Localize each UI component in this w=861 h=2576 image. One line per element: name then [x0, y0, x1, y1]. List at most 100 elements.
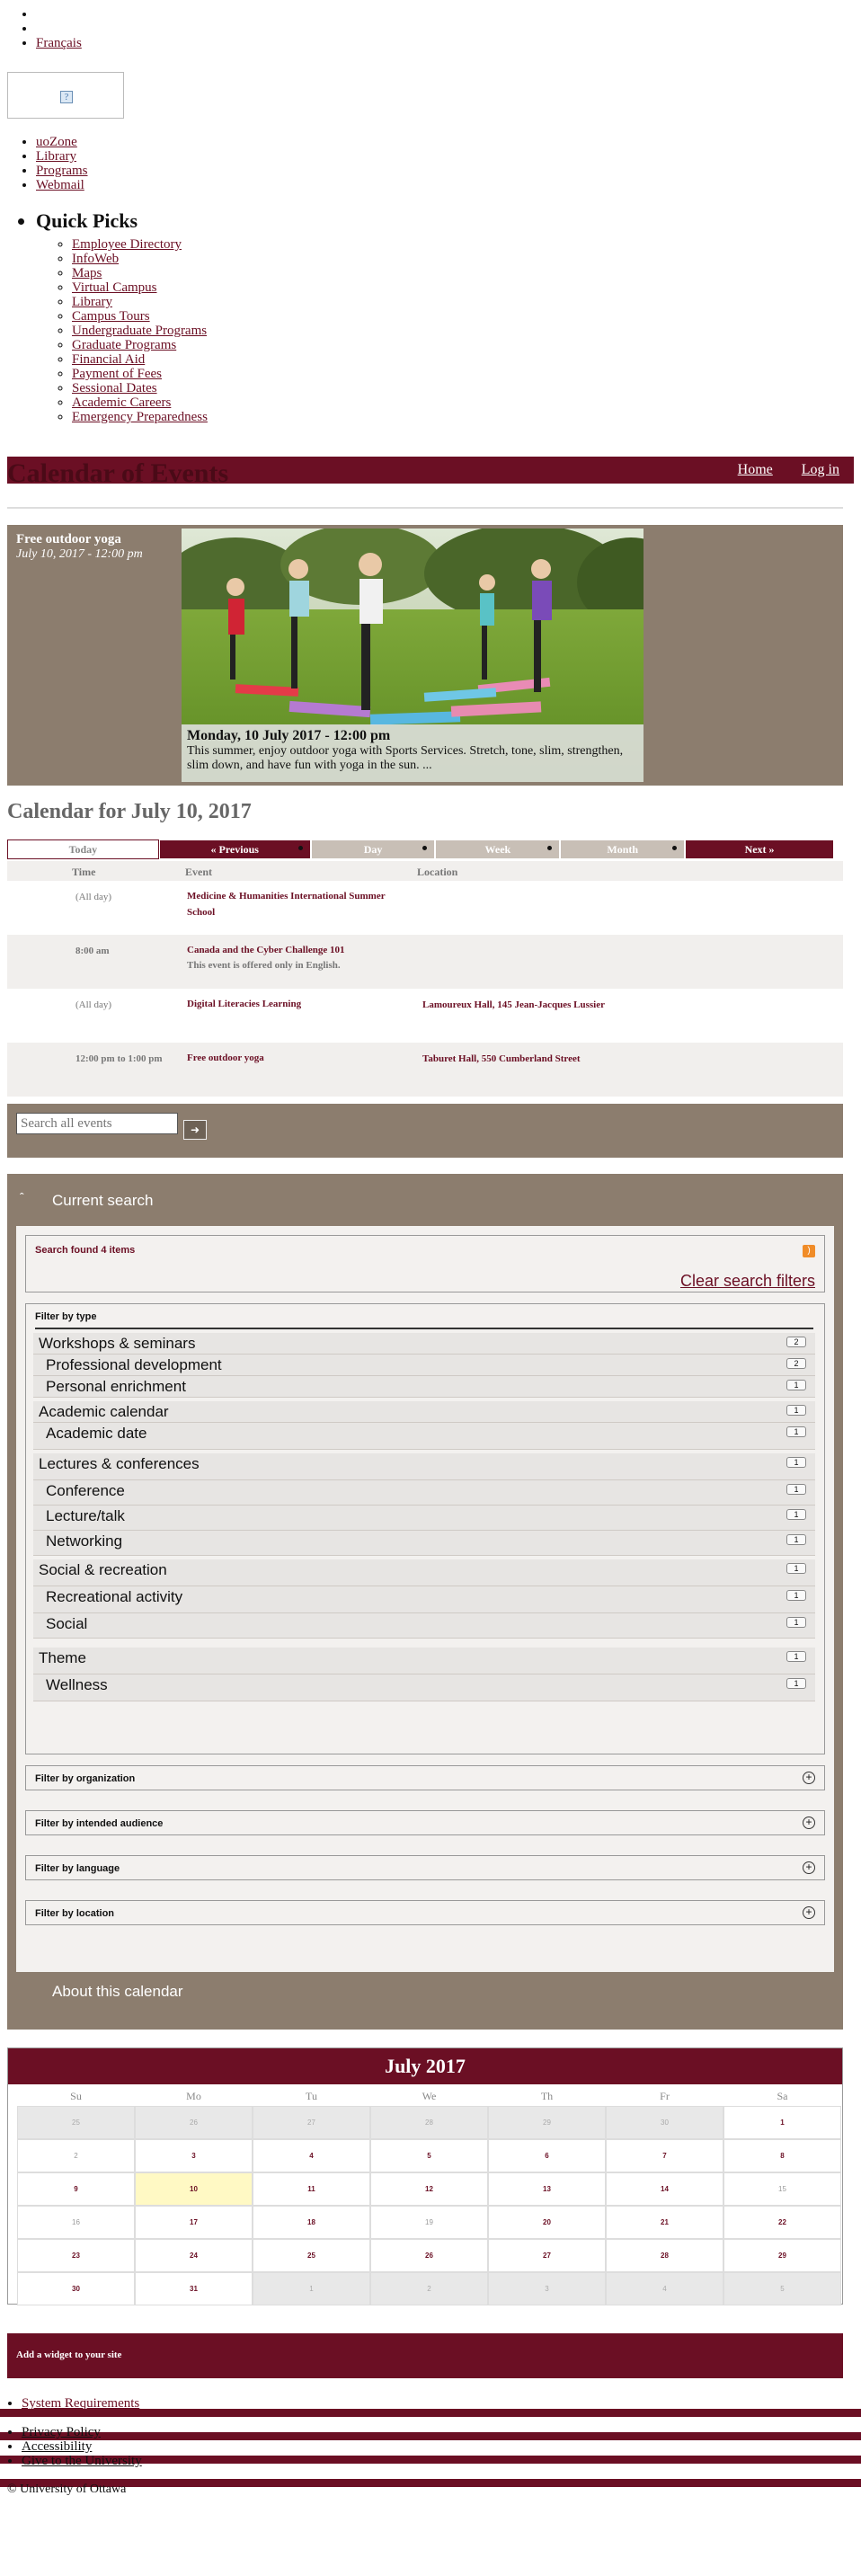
calendar-day-cell[interactable]: 28: [606, 2239, 723, 2272]
filter-item[interactable]: Professional development 2: [33, 1355, 815, 1376]
logo-image[interactable]: ?: [7, 72, 124, 119]
calendar-day-cell[interactable]: 3: [135, 2139, 253, 2172]
plus-icon[interactable]: +: [803, 1861, 815, 1874]
filter-count-badge: 1: [786, 1405, 806, 1416]
filter-item[interactable]: Wellness 1: [33, 1674, 815, 1701]
featured-photo[interactable]: Monday, 10 July 2017 - 12:00 pm This sum…: [182, 529, 644, 782]
tab-day-label: Day: [363, 843, 383, 856]
login-link[interactable]: Log in: [802, 462, 839, 477]
tab-week[interactable]: Week: [435, 839, 561, 859]
home-link[interactable]: Home: [738, 462, 773, 477]
plus-icon[interactable]: +: [803, 1906, 815, 1919]
calendar-day-cell[interactable]: 8: [723, 2139, 841, 2172]
filter-item[interactable]: Lectures & conferences 1: [33, 1453, 815, 1480]
tab-day[interactable]: Day: [310, 839, 436, 859]
filter-item[interactable]: Personal enrichment 1: [33, 1376, 815, 1398]
calendar-day-cell[interactable]: 11: [253, 2172, 370, 2206]
calendar-day-cell[interactable]: 25: [253, 2239, 370, 2272]
footer-link-system-requirements[interactable]: System Requirements: [22, 2396, 139, 2411]
about-calendar-link[interactable]: About this calendar: [52, 1983, 183, 2001]
filter-item[interactable]: Social 1: [33, 1613, 815, 1639]
filter-item[interactable]: Networking 1: [33, 1531, 815, 1556]
tab-next[interactable]: Next »: [685, 839, 834, 859]
calendar-day-cell[interactable]: 22: [723, 2206, 841, 2239]
calendar-day-cell[interactable]: 30: [17, 2272, 135, 2305]
featured-event[interactable]: Free outdoor yoga July 10, 2017 - 12:00 …: [7, 525, 843, 786]
nav-link-programs[interactable]: Programs: [36, 164, 88, 178]
footer-link-privacy-policy[interactable]: Privacy Policy: [22, 2425, 101, 2439]
calendar-day-cell[interactable]: 21: [606, 2206, 723, 2239]
calendar-day-cell: 15: [723, 2172, 841, 2206]
filter-item[interactable]: Social & recreation 1: [33, 1559, 815, 1586]
search-go-button[interactable]: ➜: [183, 1120, 207, 1140]
event-link[interactable]: Canada and the Cyber Challenge 101: [187, 942, 345, 958]
filter-by-language[interactable]: Filter by language +: [25, 1855, 825, 1880]
calendar-day-cell[interactable]: 23: [17, 2239, 135, 2272]
filter-item[interactable]: Academic calendar 1: [33, 1401, 815, 1423]
calendar-day-cell[interactable]: 14: [606, 2172, 723, 2206]
calendar-day-cell: 5: [723, 2272, 841, 2305]
filter-by-intended-audience[interactable]: Filter by intended audience +: [25, 1810, 825, 1835]
calendar-day-cell[interactable]: 24: [135, 2239, 253, 2272]
footer-link-accessibility[interactable]: Accessibility: [22, 2439, 92, 2454]
calendar-day-cell[interactable]: 18: [253, 2206, 370, 2239]
calendar-day-cell[interactable]: 10: [135, 2172, 253, 2206]
language-link[interactable]: Français: [36, 36, 82, 50]
filter-box-label: Filter by language: [35, 1863, 120, 1874]
nav-link-webmail[interactable]: Webmail: [36, 178, 84, 192]
add-widget-bar[interactable]: Add a widget to your site: [7, 2333, 843, 2378]
quick-pick-link[interactable]: Payment of Fees: [72, 367, 162, 381]
plus-icon[interactable]: +: [803, 1817, 815, 1829]
quick-pick-link[interactable]: Employee Directory: [72, 237, 182, 252]
calendar-day-cell[interactable]: 5: [370, 2139, 488, 2172]
calendar-day-cell[interactable]: 29: [723, 2239, 841, 2272]
calendar-day-cell[interactable]: 27: [488, 2239, 606, 2272]
quick-pick-link[interactable]: Maps: [72, 266, 102, 280]
current-search-header[interactable]: ˆ Current search: [7, 1174, 843, 1230]
calendar-day-cell[interactable]: 26: [370, 2239, 488, 2272]
tab-month[interactable]: Month: [560, 839, 686, 859]
quick-pick-link[interactable]: Academic Careers: [72, 395, 171, 410]
quick-pick-link[interactable]: Graduate Programs: [72, 338, 176, 352]
calendar-day-cell[interactable]: 7: [606, 2139, 723, 2172]
tab-today[interactable]: Today: [7, 839, 159, 859]
search-input[interactable]: [16, 1113, 178, 1134]
calendar-day-cell[interactable]: 17: [135, 2206, 253, 2239]
plus-icon[interactable]: +: [803, 1772, 815, 1784]
quick-pick-link[interactable]: Library: [72, 295, 112, 309]
quick-pick-link[interactable]: Sessional Dates: [72, 381, 157, 395]
filter-by-organization[interactable]: Filter by organization +: [25, 1765, 825, 1790]
calendar-day-cell[interactable]: 1: [723, 2106, 841, 2139]
calendar-day-cell[interactable]: 13: [488, 2172, 606, 2206]
quick-pick-link[interactable]: Emergency Preparedness: [72, 410, 208, 424]
filter-item[interactable]: Theme 1: [33, 1648, 815, 1674]
rss-icon[interactable]: ): [803, 1245, 815, 1257]
quick-pick-link[interactable]: Virtual Campus: [72, 280, 157, 295]
tab-previous[interactable]: « Previous: [158, 839, 311, 859]
nav-link-library[interactable]: Library: [36, 149, 76, 164]
quick-pick-link[interactable]: Financial Aid: [72, 352, 145, 367]
quick-pick-link[interactable]: InfoWeb: [72, 252, 119, 266]
quick-pick-link[interactable]: Undergraduate Programs: [72, 324, 207, 338]
clear-filters-link[interactable]: Clear search filters: [680, 1272, 815, 1291]
calendar-day-cell[interactable]: 31: [135, 2272, 253, 2305]
filter-item[interactable]: Lecture/talk 1: [33, 1506, 815, 1531]
event-link[interactable]: Free outdoor yoga: [187, 1050, 264, 1066]
calendar-day-cell[interactable]: 9: [17, 2172, 135, 2206]
calendar-day-cell[interactable]: 6: [488, 2139, 606, 2172]
calendar-day-cell[interactable]: 4: [253, 2139, 370, 2172]
event-link[interactable]: Digital Literacies Learning: [187, 996, 301, 1012]
quick-pick-link[interactable]: Campus Tours: [72, 309, 150, 324]
filter-item[interactable]: Recreational activity 1: [33, 1586, 815, 1613]
filter-item[interactable]: Conference 1: [33, 1480, 815, 1506]
calendar-tabs: Today « Previous Day Week Month Next »: [7, 839, 834, 859]
footer-link-give[interactable]: Give to the University: [22, 2454, 142, 2468]
filter-by-location[interactable]: Filter by location +: [25, 1900, 825, 1925]
calendar-day-cell[interactable]: 20: [488, 2206, 606, 2239]
filter-item[interactable]: Academic date 1: [33, 1423, 815, 1450]
nav-link-uozone[interactable]: uoZone: [36, 135, 77, 149]
current-search-title: Current search: [52, 1192, 154, 1209]
filter-item[interactable]: Workshops & seminars 2: [33, 1333, 815, 1355]
calendar-day-cell[interactable]: 12: [370, 2172, 488, 2206]
event-link[interactable]: Medicine & Humanities International Summ…: [187, 888, 412, 920]
